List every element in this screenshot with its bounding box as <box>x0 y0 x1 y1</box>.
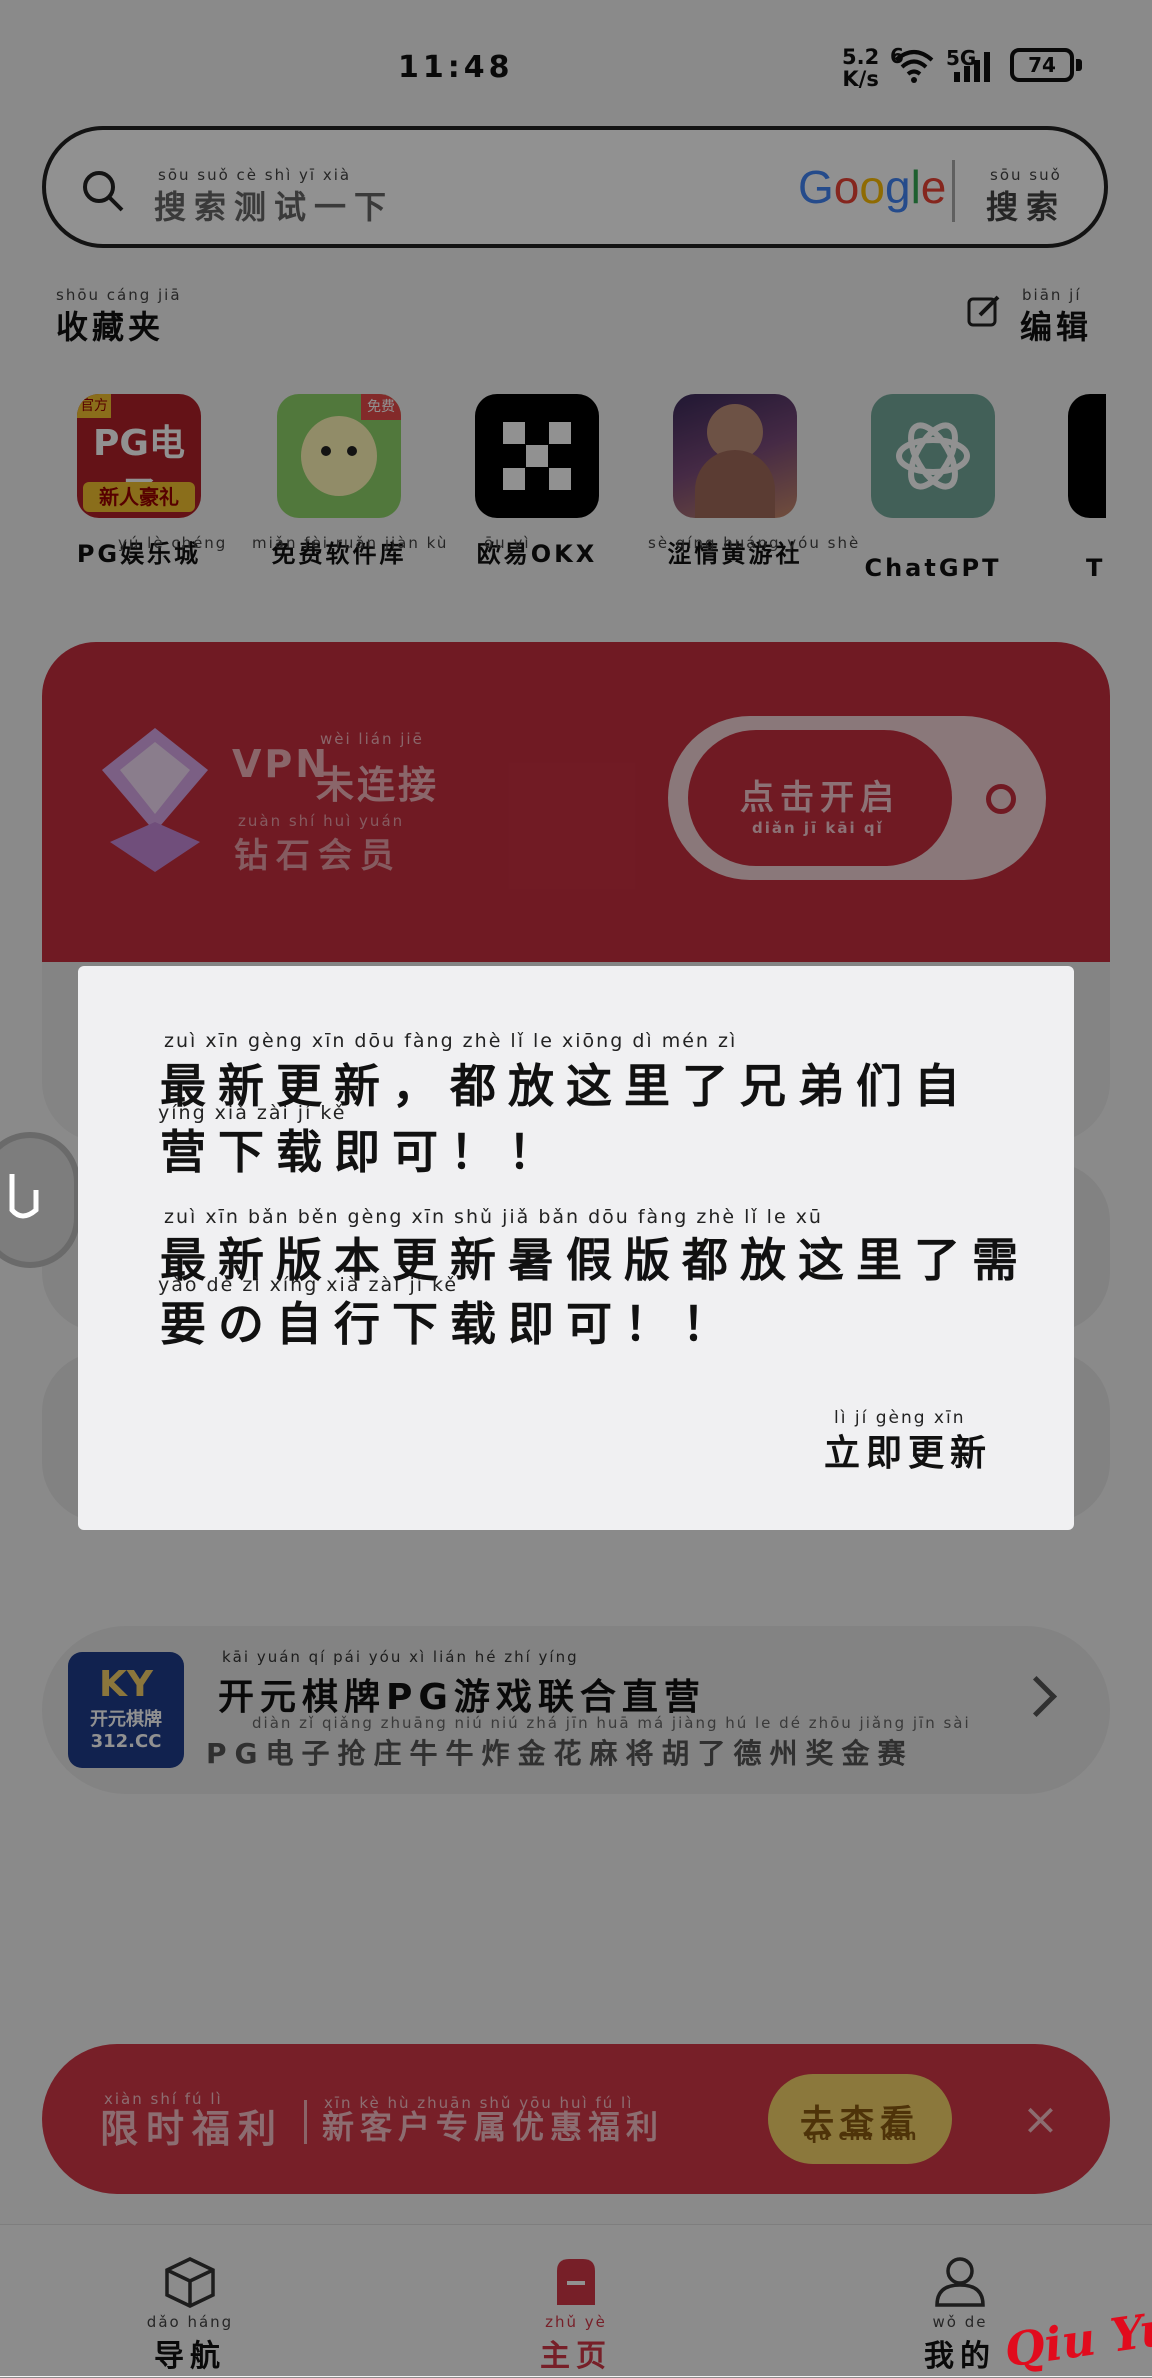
update-now-button[interactable]: 立即更新 <box>824 1424 992 1476</box>
dialog-message-line-2: 营下载即可！！ <box>160 1125 566 1179</box>
dialog-message-line-4: 要の自行下载即可！！ <box>160 1297 740 1351</box>
update-dialog: zuì xīn gèng xīn dōu fàng zhè lǐ le xiōn… <box>78 966 1074 1530</box>
hand-icon <box>9 1174 39 1219</box>
floating-assistant-button[interactable] <box>0 1132 80 1268</box>
